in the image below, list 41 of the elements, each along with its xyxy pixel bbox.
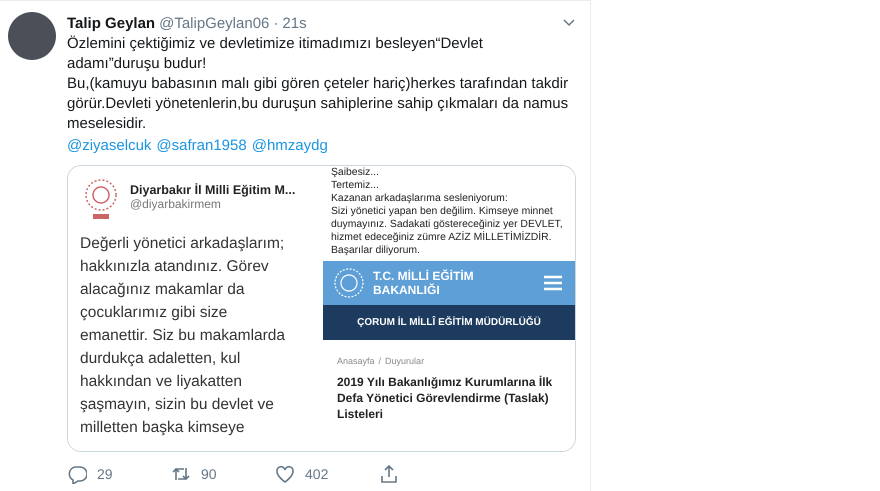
mention-link[interactable]: @hmzaydg [252,136,328,156]
author-handle: @TalipGeylan06 [159,14,270,32]
article-headline: 2019 Yılı Bakanlığımız Kurumlarına İlk Defa Yönetici Görevlendirme (Taslak) Listeleri [336,374,554,422]
tweet-text: Özlemini çektiğimiz ve devletimize itimadımızı besleyen“Devlet adamı”duruşu budur! [67,34,484,74]
avatar-photo-placeholder[interactable] [8,12,56,60]
subtitle-bar: ÇORUM İL MİLLÎ EĞİTİM MÜDÜRLÜĞÜ [323,305,575,340]
breadcrumb-text: / [378,356,382,366]
breadcrumb-text: Anasayfa [337,356,375,366]
heart-icon[interactable] [275,464,295,484]
message-line: Tertemiz... [331,179,380,192]
embedded-tweet-text: Değerli yönetici arkadaşlarım; [80,234,286,254]
embedded-tweet-text: durdukça adaletten, kul [80,349,242,369]
breadcrumb-text: Duyurular [385,356,424,366]
message-line: Şaibesiz... [331,166,380,179]
embedded-tweet-text: hakkından ve liyakatten [80,372,243,392]
share-icon[interactable] [379,464,399,484]
message-line: Başarılar diliyorum. [331,244,421,257]
author-name[interactable]: Talip Geylan [67,14,156,32]
ministry-logo-icon [333,267,365,299]
embedded-tweet-text: hakkınızla atandınız. Görev [80,257,270,277]
mention-link[interactable]: @safran1958 [156,136,247,156]
embedded-tweet-text: çocuklarımız gibi size [80,303,228,323]
message-line: Sizi yönetici yapan ben değilim. Kimseye minnet duymayınız. Sadakati göstereceğiniz yer DEVLET, hizmet edeceğiniz zümre AZİZ MİLLETİMİZDİR. [331,205,564,244]
reply-icon[interactable] [67,464,87,484]
menu-icon [543,274,563,292]
embedded-tweet-text: emanettir. Siz bu makamlarda [80,326,286,346]
message-line: Kazanan arkadaşlarıma sesleniyorum: [331,192,509,205]
mention-link[interactable]: @ziyaselcuk [67,136,152,156]
site-title: T.C. MİLLİ EĞİTİM BAKANLIĞI [373,269,475,297]
timestamp[interactable]: 21s [282,14,307,32]
embedded-tweet-text: alacağınız makamlar da [80,280,246,300]
separator-dot: · [273,14,278,32]
tweet-text: Bu,(kamuyu babasının malı gibi gören çeteler hariç)herkes tarafından takdir görür.Devleti yönetenlerin,bu duruşun sahiplerine sahip çıkmaları da namus meselesidir. [67,74,570,134]
action-count: 402 [305,466,328,482]
embedded-tweet-text: şaşmayın, sizin bu devlet ve [80,395,275,415]
embedded-tweet-text: milletten başka kimseye [80,418,246,438]
media-card[interactable] [67,165,576,452]
action-count: 29 [97,466,113,482]
embedded-author-handle: @diyarbakirmem [130,197,222,211]
action-count: 90 [201,466,217,482]
embedded-author-name: Diyarbakır İl Milli Eğitim M... [130,183,296,197]
